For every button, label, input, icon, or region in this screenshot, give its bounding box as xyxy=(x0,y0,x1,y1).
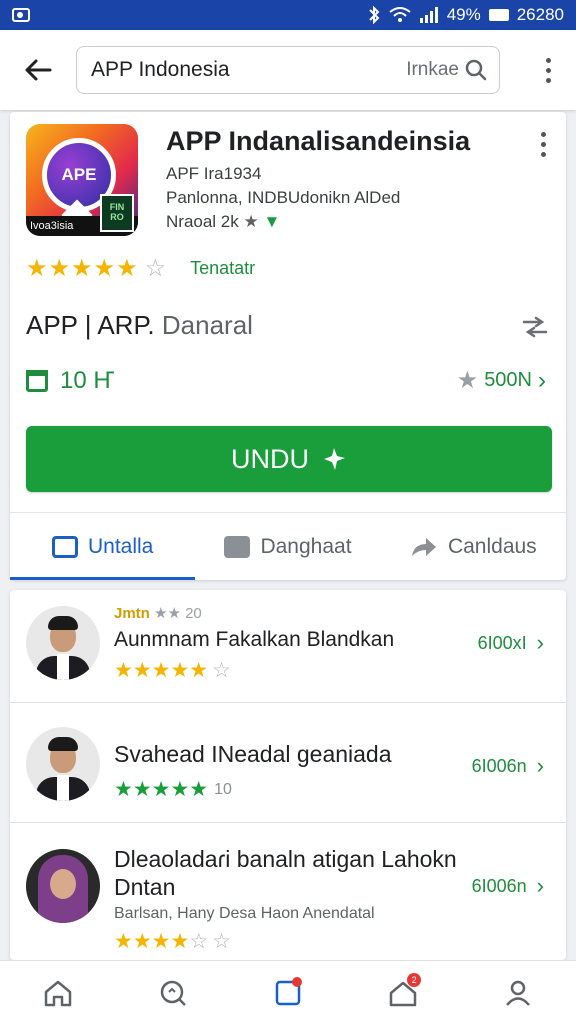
avatar xyxy=(26,727,100,801)
calendar-icon xyxy=(26,369,48,392)
item-rating: ★★★★★ ☆ xyxy=(114,659,231,682)
tab-label: Danghaat xyxy=(260,534,352,558)
battery-icon xyxy=(488,9,509,21)
app-category-text: Nraoal 2k xyxy=(166,212,239,231)
search-hint: Irnkae xyxy=(406,59,459,80)
chevron-right-icon: › xyxy=(536,630,544,655)
avatar xyxy=(26,606,100,680)
home-icon[interactable] xyxy=(38,973,78,1013)
search-icon[interactable] xyxy=(465,59,487,81)
developer-part1: APP | ARP. xyxy=(26,310,155,340)
item-name: Aunmnam Fakalkan Blandkan xyxy=(114,628,395,651)
app-version: APF Ira1934 xyxy=(166,164,262,183)
item-tagline: Jmtn ★★ 20 xyxy=(114,605,202,622)
rating-stars: ★ ★ ★ ★ ★ ☆ xyxy=(26,254,166,283)
app-detail-card: APE Ivoa3isia FIN RO APP Indanalisandein… xyxy=(10,112,566,580)
list-item[interactable]: Svahead INeadal geaniada ★★★★★ 10 6I006n… xyxy=(10,702,566,822)
star-icon: ★ xyxy=(48,255,71,282)
list-item[interactable]: Dleaoladaɾi banaln atigan Lahokn Dntan B… xyxy=(10,822,566,960)
tab-bar: Untalla Danghaat Canldaus xyxy=(10,512,566,580)
back-arrow-icon[interactable] xyxy=(16,48,60,92)
star-icon: ★ xyxy=(116,255,138,282)
item-count: 6I006n xyxy=(471,755,527,776)
forward-icon xyxy=(411,537,436,556)
app-publisher: Panlonna, INDBUdonikn AlDed xyxy=(166,188,401,207)
status-bar: 49% 26280 xyxy=(0,0,576,30)
developer-part2: Danaral xyxy=(161,310,253,340)
discover-icon[interactable] xyxy=(153,973,193,1013)
clock: 26280 xyxy=(516,5,564,24)
star-icon: ★ xyxy=(26,255,48,282)
notifications-icon[interactable]: 2 xyxy=(383,972,423,1013)
item-action[interactable]: 6I006n › xyxy=(472,873,544,899)
status-icons: 49% 26280 xyxy=(367,5,564,25)
app-category: Nraoal 2k ★ ▼ xyxy=(166,212,280,232)
bottom-navigation: 2 xyxy=(0,960,576,1024)
downloads-count: 500N xyxy=(484,369,532,391)
card-more-icon[interactable] xyxy=(541,132,546,157)
star-icon: ★★ xyxy=(154,605,181,622)
item-action[interactable]: 6I00хI › xyxy=(478,630,544,656)
message-icon xyxy=(224,535,251,558)
tab-canldaus[interactable]: Canldaus xyxy=(381,513,566,580)
apps-icon[interactable] xyxy=(268,973,308,1013)
item-subtitle: Barlsan, Hany Desa Haon Anendatal xyxy=(114,905,375,922)
install-button[interactable]: UNDU xyxy=(26,426,552,492)
star-icon: ★ xyxy=(71,255,93,282)
badge-star-icon: ★ xyxy=(243,212,259,231)
notification-badge: 2 xyxy=(407,972,422,987)
install-tab-icon xyxy=(51,535,78,558)
chevron-right-icon: › xyxy=(538,366,546,394)
item-rating: ★★★★ ☆ ☆ xyxy=(114,930,231,953)
downloads-stat[interactable]: ★ 500N › xyxy=(457,366,546,395)
chevron-right-icon: › xyxy=(536,873,544,898)
rating-row: ★ ★ ★ ★ ★ ☆ Tenatatr xyxy=(26,254,255,283)
related-list: Jmtn ★★ 20 Aunmnam Fakalkan Blandkan ★★★… xyxy=(10,590,566,960)
profile-icon[interactable] xyxy=(498,973,538,1013)
item-name: Svahead INeadal geaniada xyxy=(114,741,392,767)
install-label: UNDU xyxy=(231,443,309,474)
sparkle-icon xyxy=(324,448,345,470)
app-logo[interactable]: APE Ivoa3isia FIN RO xyxy=(26,124,138,236)
bluetooth-icon xyxy=(368,6,380,24)
signal-icon xyxy=(419,7,438,23)
item-name: Dleaoladaɾi banaln atigan Lahokn Dntan xyxy=(114,846,457,900)
tab-label: Canldaus xyxy=(447,534,537,558)
share-icon[interactable] xyxy=(522,316,548,338)
developer-name[interactable]: APP | ARP. Danaral xyxy=(26,310,253,341)
tab-danghaat[interactable]: Danghaat xyxy=(195,513,380,580)
search-query: APP Indonesia xyxy=(91,58,230,81)
star-icon: ★ xyxy=(93,255,116,282)
item-count: 6I006n xyxy=(471,875,527,896)
notification-icon xyxy=(12,8,30,22)
apps-badge xyxy=(291,976,302,987)
stat-left: 10 Ҥ xyxy=(60,366,115,394)
app-title: APP Indanalisandeinsia xyxy=(166,126,471,156)
star-icon: ★ xyxy=(456,367,479,394)
wifi-icon xyxy=(389,7,411,22)
chevron-right-icon: › xyxy=(536,753,544,778)
star-empty-icon: ☆ xyxy=(144,255,167,282)
search-input[interactable]: APP Indonesia Irnkae xyxy=(76,46,500,94)
badge-shield-icon: ▼ xyxy=(263,212,281,231)
tab-untalla[interactable]: Untalla xyxy=(10,513,196,580)
stats-row: 10 Ҥ ★ 500N › xyxy=(26,366,546,395)
tab-label: Untalla xyxy=(87,534,154,558)
search-header: APP Indonesia Irnkae xyxy=(0,30,576,110)
app-logo-qr: FIN RO xyxy=(100,194,134,232)
more-vert-icon[interactable] xyxy=(536,57,560,83)
list-item[interactable]: Jmtn ★★ 20 Aunmnam Fakalkan Blandkan ★★★… xyxy=(10,590,566,702)
item-action[interactable]: 6I006n › xyxy=(472,753,544,779)
rating-label: Tenatatr xyxy=(190,258,256,278)
item-count: 6I00хI xyxy=(477,632,527,653)
battery-text: 49% xyxy=(446,5,481,24)
avatar xyxy=(26,849,100,923)
item-rating: ★★★★★ 10 xyxy=(114,778,232,801)
